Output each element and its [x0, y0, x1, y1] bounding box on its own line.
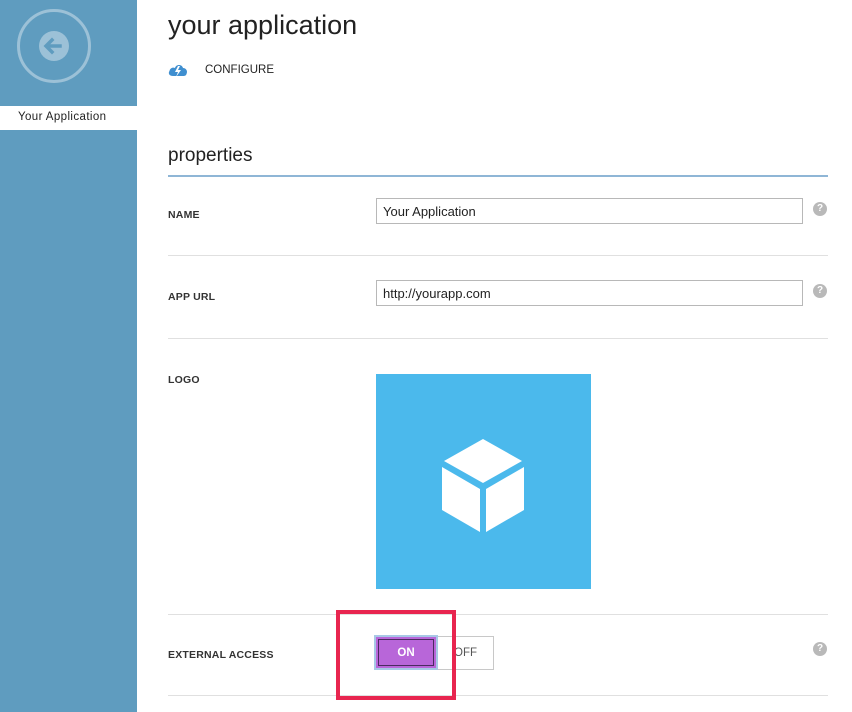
app-url-label: APP URL [168, 291, 216, 303]
section-divider [168, 175, 828, 177]
app-url-field[interactable] [376, 280, 803, 306]
help-icon[interactable]: ? [813, 202, 827, 216]
help-icon[interactable]: ? [813, 642, 827, 656]
cloud-lightning-icon [168, 65, 188, 77]
toggle-off-button[interactable]: OFF [438, 636, 494, 670]
page-title: your application [168, 10, 358, 40]
logo-label: LOGO [168, 374, 200, 386]
logo-image[interactable] [376, 374, 591, 589]
row-divider [168, 255, 828, 256]
arrow-left-icon [39, 31, 69, 61]
external-access-toggle: ON OFF [374, 635, 494, 671]
sidebar: Your Application [0, 0, 137, 712]
tab-label: CONFIGURE [205, 64, 274, 76]
name-label: NAME [168, 209, 200, 221]
external-access-label: EXTERNAL ACCESS [168, 649, 274, 661]
toggle-on-button[interactable]: ON [374, 635, 438, 670]
toggle-on-label: ON [397, 647, 415, 659]
row-divider [168, 614, 828, 615]
sidebar-item-label: Your Application [18, 111, 107, 123]
toggle-off-label: OFF [454, 647, 477, 659]
back-button[interactable] [17, 9, 91, 83]
row-divider [168, 695, 828, 696]
cube-icon [442, 439, 524, 532]
row-divider [168, 338, 828, 339]
help-icon[interactable]: ? [813, 284, 827, 298]
sidebar-item-your-application[interactable]: Your Application [0, 106, 137, 130]
section-title: properties [168, 145, 253, 166]
name-field[interactable] [376, 198, 803, 224]
